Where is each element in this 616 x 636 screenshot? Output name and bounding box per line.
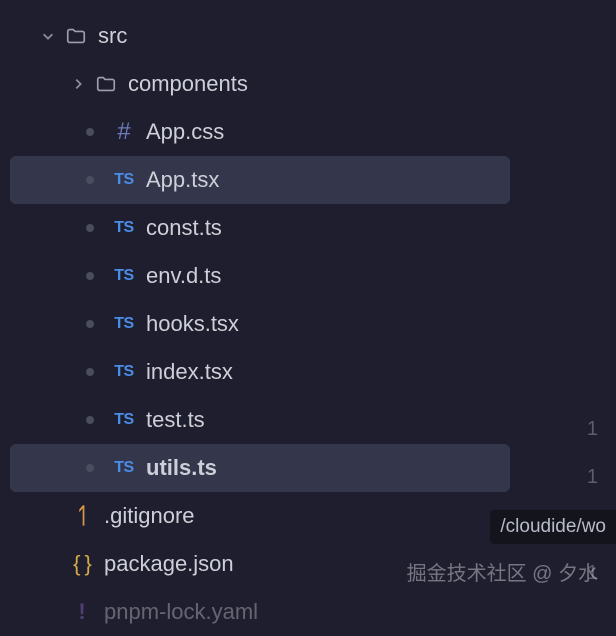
typescript-icon: TS (112, 456, 136, 480)
file-explorer-tree: src components # App.css TS App.tsx TS c… (0, 0, 520, 636)
file-hooks-tsx[interactable]: TS hooks.tsx (10, 300, 510, 348)
typescript-icon: TS (112, 216, 136, 240)
folder-src[interactable]: src (10, 12, 510, 60)
file-const-ts[interactable]: TS const.ts (10, 204, 510, 252)
line-number: 1 (587, 405, 598, 453)
bullet-icon (86, 224, 94, 232)
file-app-tsx[interactable]: TS App.tsx (10, 156, 510, 204)
typescript-icon: TS (112, 264, 136, 288)
bullet-icon (86, 416, 94, 424)
typescript-icon: TS (112, 408, 136, 432)
typescript-icon: TS (112, 360, 136, 384)
chevron-right-icon (70, 76, 86, 92)
file-label: App.css (146, 119, 224, 145)
bullet-icon (86, 368, 94, 376)
typescript-icon: TS (112, 168, 136, 192)
file-label: index.tsx (146, 359, 233, 385)
folder-icon (94, 72, 118, 96)
file-label: package.json (104, 551, 234, 577)
css-icon: # (112, 120, 136, 144)
folder-open-icon (64, 24, 88, 48)
bullet-icon (86, 464, 94, 472)
file-label: utils.ts (146, 455, 217, 481)
file-pnpm-lock[interactable]: ! pnpm-lock.yaml (10, 588, 510, 636)
file-test-ts[interactable]: TS test.ts (10, 396, 510, 444)
bullet-icon (86, 272, 94, 280)
json-icon: { } (70, 552, 94, 576)
file-label: env.d.ts (146, 263, 221, 289)
file-label: App.tsx (146, 167, 219, 193)
file-app-css[interactable]: # App.css (10, 108, 510, 156)
bullet-icon (86, 176, 94, 184)
chevron-down-icon (40, 28, 56, 44)
line-number: 1 (587, 453, 598, 501)
file-label: test.ts (146, 407, 205, 433)
file-env-d-ts[interactable]: TS env.d.ts (10, 252, 510, 300)
file-label: const.ts (146, 215, 222, 241)
file-utils-ts[interactable]: TS utils.ts (10, 444, 510, 492)
path-tooltip: /cloudide/wo (490, 510, 616, 544)
yaml-icon: ! (70, 600, 94, 624)
bullet-icon (86, 320, 94, 328)
git-icon: ᛐ (70, 504, 94, 528)
folder-label: src (98, 23, 127, 49)
bullet-icon (86, 128, 94, 136)
watermark-text: 掘金技术社区 @ 夕水 (407, 557, 598, 586)
file-label: pnpm-lock.yaml (104, 599, 258, 625)
folder-label: components (128, 71, 248, 97)
file-index-tsx[interactable]: TS index.tsx (10, 348, 510, 396)
typescript-icon: TS (112, 312, 136, 336)
file-label: .gitignore (104, 503, 195, 529)
file-label: hooks.tsx (146, 311, 239, 337)
file-gitignore[interactable]: ᛐ .gitignore (10, 492, 510, 540)
folder-components[interactable]: components (10, 60, 510, 108)
